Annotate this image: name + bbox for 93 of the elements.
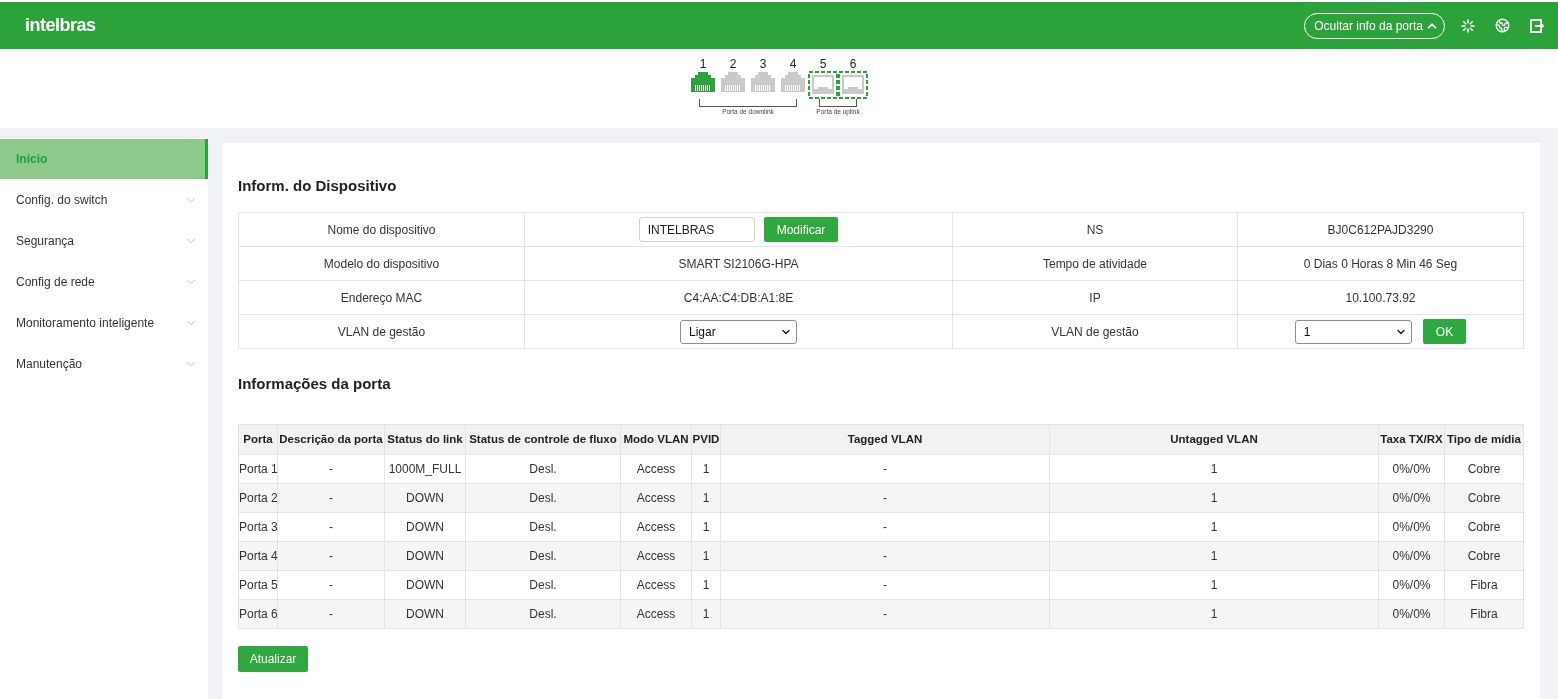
table-cell: DOWN [384, 512, 466, 542]
section-title: Informações da porta [238, 374, 392, 394]
field-label: Endereço MAC [238, 280, 525, 315]
field-label: Nome do dispositivo [238, 212, 525, 247]
field-value: 10.100.73.92 [1237, 280, 1524, 315]
table-cell: 1000M_FULL [384, 454, 466, 484]
logo: intelbras [25, 14, 96, 37]
field-value: 0 Dias 0 Horas 8 Min 46 Seg [1237, 246, 1524, 281]
bracket-line [819, 99, 857, 107]
table-cell: - [277, 541, 385, 571]
table-cell: DOWN [384, 483, 466, 513]
table-cell: 1 [1049, 570, 1379, 600]
table-cell: 0%/0% [1378, 570, 1445, 600]
table-cell: 1 [1049, 599, 1379, 629]
dropdown-select[interactable]: Ligar [680, 319, 797, 344]
field-label: VLAN de gestão [238, 314, 525, 349]
table-cell: Access [620, 570, 692, 600]
column-header: Modo VLAN [620, 424, 692, 455]
table-cell: Fibra [1444, 570, 1524, 600]
globe-icon[interactable] [1495, 18, 1510, 33]
field-label: Modelo do dispositivo [238, 246, 525, 281]
table-cell: Cobre [1444, 483, 1524, 513]
field-label: Tempo de atividade [952, 246, 1238, 281]
table-cell: - [720, 570, 1050, 600]
table-cell: - [277, 599, 385, 629]
column-header: Tipo de mídia [1444, 424, 1524, 455]
table-cell: - [277, 483, 385, 513]
table-cell: Porta 3 [238, 512, 278, 542]
column-header: Untagged VLAN [1049, 424, 1379, 455]
table-cell: - [277, 570, 385, 600]
table-cell: Porta 4 [238, 541, 278, 571]
table-cell: Desl. [465, 599, 621, 629]
table-cell: - [277, 512, 385, 542]
table-cell: 1 [1049, 454, 1379, 484]
port-number: 5 [819, 57, 827, 71]
table-cell: Fibra [1444, 599, 1524, 629]
port-number: 6 [849, 57, 857, 71]
table-cell: 0%/0% [1378, 541, 1445, 571]
section-title: Inform. do Dispositivo [238, 176, 398, 196]
field-value: SMART SI2106G-HPA [524, 246, 953, 281]
table-cell: Porta 2 [238, 483, 278, 513]
table-cell: 0%/0% [1378, 483, 1445, 513]
table-cell: Desl. [465, 483, 621, 513]
table-cell: Porta 1 [238, 454, 278, 484]
column-header: Status de controle de fluxo [465, 424, 621, 455]
column-header: PVID [691, 424, 721, 455]
table-cell: 1 [1049, 512, 1379, 542]
table-cell: 1 [1049, 541, 1379, 571]
table-cell: - [277, 454, 385, 484]
loading-icon[interactable] [1461, 18, 1475, 33]
port-number: 4 [789, 57, 797, 71]
table-cell: Access [620, 483, 692, 513]
port-number: 1 [699, 57, 707, 71]
port-number: 3 [759, 57, 767, 71]
column-header: Tagged VLAN [720, 424, 1050, 455]
table-cell: Porta 5 [238, 570, 278, 600]
dropdown-select[interactable]: 1 [1294, 319, 1412, 344]
table-cell: - [720, 541, 1050, 571]
port-number: 2 [729, 57, 737, 71]
table-cell: Desl. [465, 512, 621, 542]
field-label: IP [952, 280, 1238, 315]
table-cell: Desl. [465, 570, 621, 600]
table-cell: Cobre [1444, 512, 1524, 542]
table-cell: DOWN [384, 541, 466, 571]
logout-icon[interactable] [1530, 18, 1544, 33]
column-header: Taxa TX/RX [1378, 424, 1445, 455]
column-header: Porta [238, 424, 278, 455]
table-cell: Access [620, 599, 692, 629]
table-cell: 0%/0% [1378, 599, 1445, 629]
table-cell: Access [620, 454, 692, 484]
table-cell: Cobre [1444, 454, 1524, 484]
table-cell: - [720, 599, 1050, 629]
table-cell: DOWN [384, 570, 466, 600]
table-cell: 0%/0% [1378, 512, 1445, 542]
table-cell: - [720, 454, 1050, 484]
table-cell: Porta 6 [238, 599, 278, 629]
field-label: VLAN de gestão [952, 314, 1238, 349]
table-cell: 0%/0% [1378, 454, 1445, 484]
table-cell: DOWN [384, 599, 466, 629]
table-cell: 1 [1049, 483, 1379, 513]
column-header: Descrição da porta [277, 424, 385, 455]
table-cell: Access [620, 512, 692, 542]
table-cell: - [720, 512, 1050, 542]
text-input[interactable]: INTELBRAS [638, 217, 755, 242]
field-value: C4:AA:C4:DB:A1:8E [524, 280, 953, 315]
field-label: NS [952, 212, 1238, 247]
table-cell: Desl. [465, 541, 621, 571]
table-cell: Cobre [1444, 541, 1524, 571]
table-cell: - [720, 483, 1050, 513]
table-cell: Desl. [465, 454, 621, 484]
table-cell: Access [620, 541, 692, 571]
column-header: Status do link [384, 424, 466, 455]
field-value: BJ0C612PAJD3290 [1237, 212, 1524, 247]
